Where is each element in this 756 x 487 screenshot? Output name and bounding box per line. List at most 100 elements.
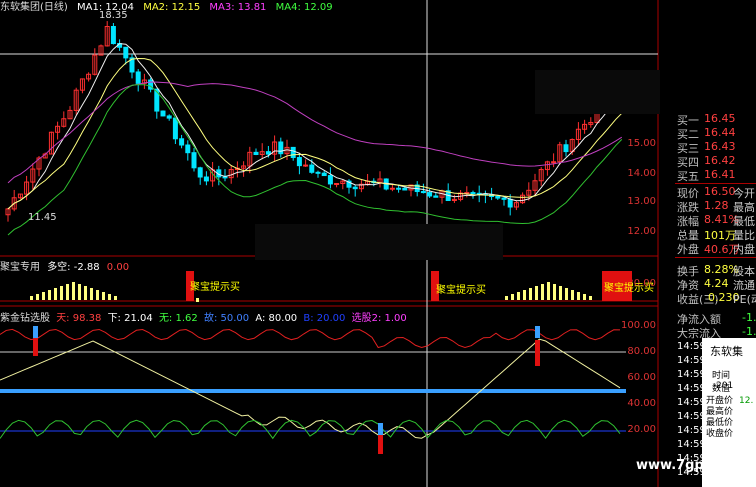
candle-body [507, 198, 513, 208]
stat-row-volume: 总量 101万 量比 [658, 227, 756, 242]
indicator1-duokong: 多空: -2.88 [47, 262, 100, 273]
flow-value: -1. [742, 311, 756, 324]
volume-bar [529, 288, 532, 300]
ma-line-purple [7, 81, 623, 184]
signal-bar-top [535, 326, 540, 338]
tick-time: 14:59 [677, 369, 706, 380]
volume-bar [48, 290, 51, 300]
volume-bar [102, 292, 105, 300]
candle-body [495, 196, 501, 199]
indicator2-param-gu: 故: 50.00 [203, 313, 250, 324]
indicator1-value2: 0.00 [106, 262, 130, 273]
ma4-label: MA4: 12.09 [275, 2, 333, 13]
volume-bar [36, 294, 39, 300]
candle-body [179, 138, 185, 146]
tick-time: 14:59 [677, 425, 706, 436]
overlay-box-top [535, 70, 660, 114]
buy-row-4[interactable]: 买四 16.42 [658, 154, 756, 169]
overlay-box [255, 224, 503, 260]
volume-bar [114, 296, 117, 300]
flow-value: -1. [742, 325, 756, 338]
indicator2-param-a: A: 80.00 [255, 313, 298, 324]
price-axis-label-15: 15.00 [627, 138, 656, 149]
stat-row-eps: 收益(三)0.230PE(动) [658, 291, 756, 306]
signal-tag-1-text: 聚宝提示买 [190, 282, 240, 293]
volume-bar [571, 290, 574, 300]
ind2-axis-60: 60.00 [627, 372, 656, 383]
buy-row-3[interactable]: 买三 16.43 [658, 140, 756, 155]
flow-row-1: 净流入额 -1. [658, 311, 756, 326]
tick-time: 14:59 [677, 355, 706, 366]
candle-body [203, 176, 209, 182]
stat-value: 8.41% [704, 213, 739, 226]
candle-body [563, 144, 569, 153]
volume-bar [84, 286, 87, 300]
candle-body [334, 183, 340, 186]
indicator2-name: 紫金钻选股 [0, 313, 50, 324]
popup-label: 收盘价 [706, 429, 734, 439]
ma-line-yellow [7, 57, 623, 210]
chart-header: 东软集团(日线) MA1: 12.04 MA2: 12.15 MA3: 13.8… [0, 0, 333, 13]
stat-value: 1.28 [704, 199, 729, 212]
candle-body [551, 161, 557, 164]
candle-body [253, 151, 259, 155]
tick-time: 14:59 [677, 341, 706, 352]
volume-bar [547, 282, 550, 300]
indicator2-param-b: B: 20.00 [303, 313, 346, 324]
ma-line-green [7, 84, 623, 236]
indicator2-param-wu: 无: 1.62 [158, 313, 198, 324]
volume-bar [517, 292, 520, 300]
candle-body [197, 167, 203, 178]
stat-value: 0.230 [708, 291, 740, 304]
stat-row-netasset: 净资 4.24 流通 [658, 277, 756, 292]
tick-time: 14:59 [677, 411, 706, 422]
candle-body [191, 152, 197, 169]
candle-body [123, 46, 129, 59]
volume-bar [54, 288, 57, 300]
price-axis-label-13: 13.00 [627, 196, 656, 207]
ma2-label: MA2: 12.15 [143, 2, 201, 13]
stat-label: 外盘 [677, 243, 699, 256]
volume-bar [60, 286, 63, 300]
stat-extra: PE(动) [733, 293, 756, 306]
ind2-axis-20: 20.00 [627, 424, 656, 435]
indicator1-name: 聚宝专用 [0, 262, 40, 273]
popup-title: 东软集 [710, 345, 743, 358]
stat-value: 16.50 [704, 185, 736, 198]
buy-row-value: 16.42 [704, 154, 736, 167]
volume-bar [559, 286, 562, 300]
price-axis-label-12: 12.00 [627, 226, 656, 237]
buy-row-label: 买五 [677, 170, 699, 183]
tick-time: 14:59 [677, 439, 706, 450]
volume-bar [72, 282, 75, 300]
volume-bar [535, 286, 538, 300]
indicator2-param-xia: 下: 21.04 [107, 313, 153, 324]
volume-bar [589, 296, 592, 300]
tick-time: 14:59 [677, 383, 706, 394]
candle-body [135, 71, 141, 84]
signal-bar-top [378, 423, 383, 435]
candle-body [396, 187, 402, 190]
popup-row: 收盘价 [706, 426, 733, 439]
indicator2-param-tian: 天: 98.38 [56, 313, 102, 324]
volume-bar [511, 294, 514, 300]
candle-body [296, 157, 302, 167]
buy-row-1[interactable]: 买一 16.45 [658, 112, 756, 127]
stat-row-price: 现价 16.50 今开 [658, 185, 756, 200]
buy-row-value: 16.43 [704, 140, 736, 153]
ind2-axis-40: 40.00 [627, 398, 656, 409]
buy-row-2[interactable]: 买二 16.44 [658, 126, 756, 141]
signal-bar [535, 340, 540, 366]
indicator1-header: 聚宝专用 多空: -2.88 0.00 [0, 258, 129, 273]
candle-body [166, 115, 172, 119]
volume-bar [565, 288, 568, 300]
candle-body [110, 26, 116, 45]
indicator2-param-xg: 选股2: 1.00 [351, 313, 407, 324]
kdj-line-yellow [0, 338, 621, 439]
candle-body [222, 176, 228, 179]
volume-bar [42, 292, 45, 300]
stat-row-outer: 外盘 40.6万 内盘 [658, 241, 756, 256]
candle-body [278, 141, 284, 155]
candle-body [290, 146, 296, 159]
buy-row-5[interactable]: 买五 16.41 [658, 168, 756, 183]
